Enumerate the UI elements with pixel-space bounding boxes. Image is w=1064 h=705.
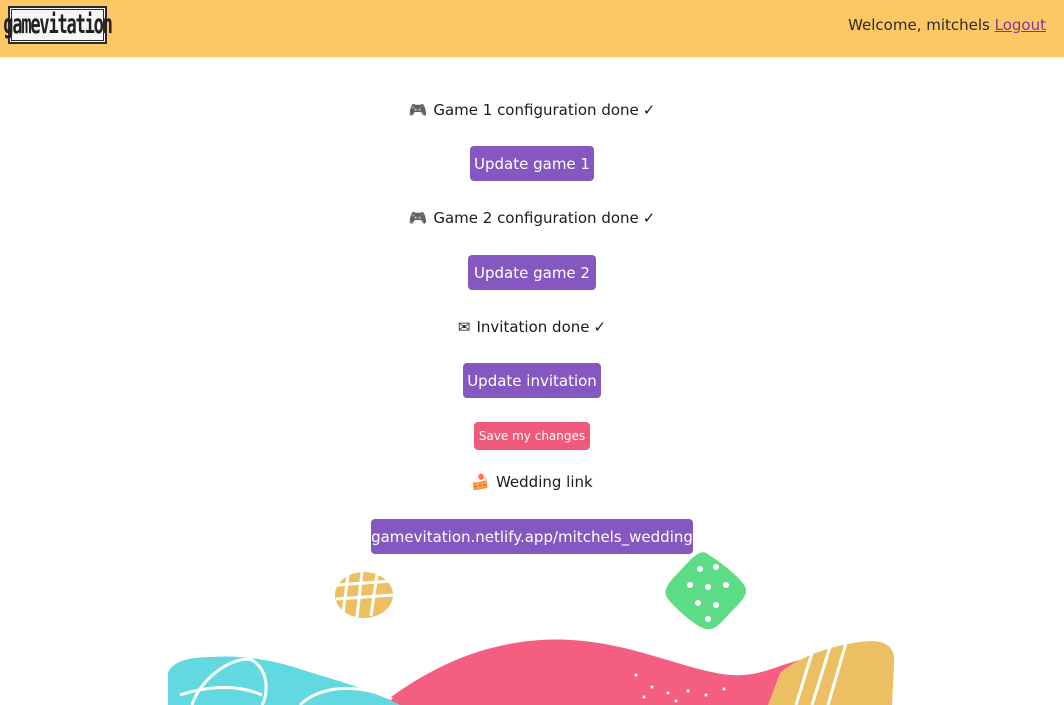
- save-changes-button[interactable]: Save my changes: [474, 422, 590, 450]
- checkmark-icon: ✓: [642, 209, 656, 227]
- cyan-blob-decoration: [168, 656, 400, 705]
- striped-blob-decoration: [768, 641, 895, 705]
- game1-status: 🎮 Game 1 configuration done ✓: [0, 101, 1064, 119]
- top-bar: gamevitation Welcome, mitchels Logout: [0, 0, 1064, 57]
- pink-wave-decoration: [380, 639, 800, 705]
- waffle-blob-decoration: [335, 571, 394, 618]
- wedding-link-label: Wedding link: [495, 473, 593, 491]
- game2-status: 🎮 Game 2 configuration done ✓: [0, 209, 1064, 227]
- checkmark-icon: ✓: [642, 101, 656, 119]
- update-game1-button[interactable]: Update game 1: [470, 146, 594, 181]
- decorative-illustration: [168, 552, 895, 705]
- welcome-message: Welcome, mitchels Logout: [848, 16, 1046, 34]
- invitation-status: ✉ Invitation done ✓: [0, 318, 1064, 336]
- gamepad-icon: 🎮: [408, 101, 428, 119]
- wedding-link-heading: 🍰 Wedding link: [0, 473, 1064, 491]
- cake-icon: 🍰: [471, 473, 490, 491]
- welcome-text: Welcome, mitchels: [848, 16, 990, 34]
- logo-text: gamevitation: [3, 9, 113, 41]
- game2-status-text: Game 2 configuration done: [433, 209, 639, 227]
- gamevitation-logo[interactable]: gamevitation: [3, 6, 113, 44]
- logout-link[interactable]: Logout: [995, 16, 1046, 34]
- envelope-icon: ✉: [457, 318, 471, 336]
- gamepad-icon: 🎮: [408, 209, 428, 227]
- invitation-status-text: Invitation done: [476, 318, 590, 336]
- checkmark-icon: ✓: [593, 318, 607, 336]
- cracker-blob-decoration: [665, 552, 747, 630]
- update-invitation-button[interactable]: Update invitation: [463, 363, 601, 398]
- update-game2-button[interactable]: Update game 2: [468, 255, 596, 290]
- game1-status-text: Game 1 configuration done: [433, 101, 639, 119]
